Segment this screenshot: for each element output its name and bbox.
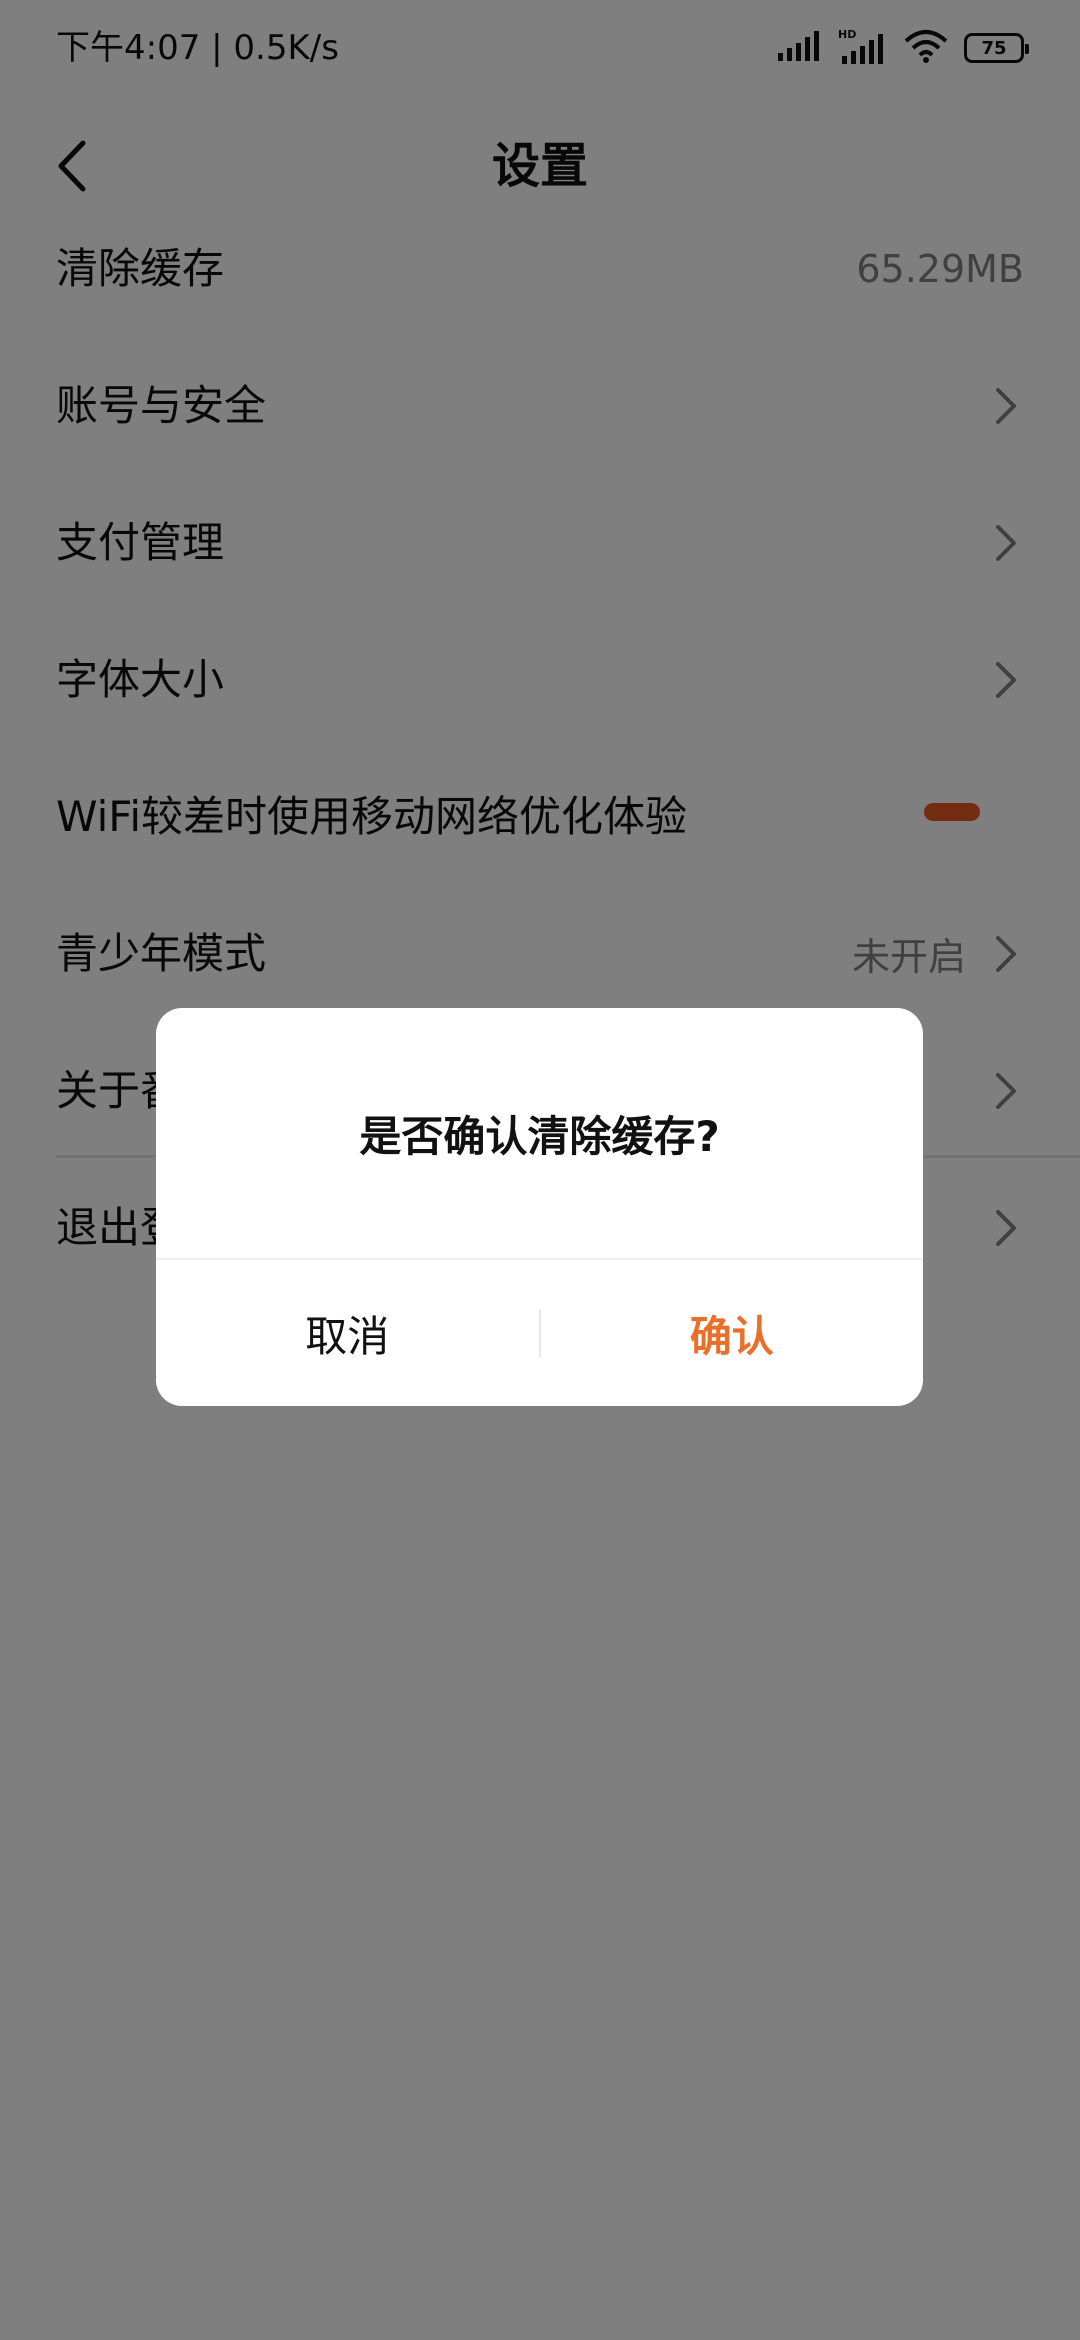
dialog-message: 是否确认清除缓存? (359, 1111, 720, 1161)
dialog-actions: 取消 确认 (156, 1260, 923, 1406)
confirm-dialog: 是否确认清除缓存? 取消 确认 (156, 1008, 923, 1406)
confirm-button[interactable]: 确认 (541, 1260, 924, 1406)
cancel-button[interactable]: 取消 (156, 1260, 539, 1406)
